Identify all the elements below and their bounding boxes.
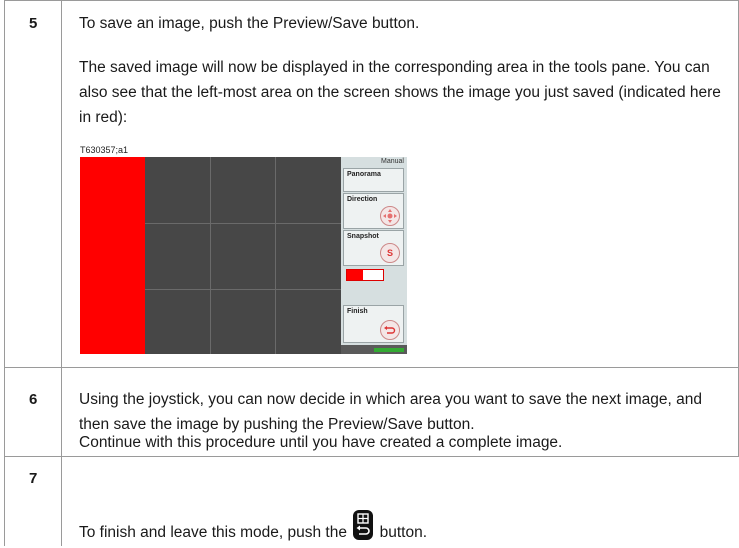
return-arrow-icon bbox=[384, 326, 396, 334]
step-paragraph: To finish and leave this mode, push the … bbox=[79, 510, 729, 548]
progress-bar bbox=[346, 269, 384, 281]
step-text: button. bbox=[379, 524, 428, 541]
finish-label: Finish bbox=[347, 308, 368, 315]
grid-line bbox=[210, 157, 211, 354]
saved-image-area bbox=[80, 157, 145, 354]
grid-line bbox=[275, 157, 276, 354]
grid-line bbox=[145, 223, 341, 224]
step-number: 5 bbox=[29, 15, 38, 32]
snapshot-box: Snapshot S bbox=[343, 230, 404, 266]
panorama-box: Panorama bbox=[343, 168, 404, 192]
screen-figure: Manual Panorama Direction Snapshot S Fin… bbox=[80, 157, 407, 354]
grid-line bbox=[145, 289, 341, 290]
table-column-divider bbox=[61, 0, 62, 546]
progress-fill bbox=[347, 270, 364, 280]
direction-label: Direction bbox=[347, 196, 378, 203]
tools-pane: Manual Panorama Direction Snapshot S Fin… bbox=[341, 157, 407, 354]
step-paragraph: Continue with this procedure until you h… bbox=[79, 434, 563, 451]
step-text: To finish and leave this mode, push the bbox=[79, 524, 347, 541]
direction-arrows-icon bbox=[383, 209, 397, 223]
step-paragraph: To save an image, push the Preview/Save … bbox=[79, 15, 420, 32]
row-divider bbox=[4, 367, 739, 368]
status-indicator bbox=[374, 348, 404, 352]
mode-label: Manual bbox=[381, 158, 404, 165]
row-divider bbox=[4, 456, 739, 457]
finish-button bbox=[380, 320, 400, 340]
step-paragraph: The saved image will now be displayed in… bbox=[79, 59, 721, 126]
procedure-table: 5 To save an image, push the Preview/Sav… bbox=[4, 0, 739, 546]
snapshot-button: S bbox=[380, 243, 400, 263]
step-number: 7 bbox=[29, 470, 38, 487]
snapshot-label: Snapshot bbox=[347, 233, 379, 240]
step-number: 6 bbox=[29, 391, 38, 408]
panorama-label: Panorama bbox=[347, 171, 381, 178]
direction-button bbox=[380, 206, 400, 226]
figure-caption: T630357;a1 bbox=[80, 145, 129, 155]
table-left-border bbox=[4, 0, 5, 546]
table-top-border bbox=[4, 0, 739, 1]
status-bar bbox=[341, 345, 407, 354]
back-grid-button-icon bbox=[353, 510, 374, 548]
finish-box: Finish bbox=[343, 305, 404, 343]
direction-box: Direction bbox=[343, 193, 404, 229]
